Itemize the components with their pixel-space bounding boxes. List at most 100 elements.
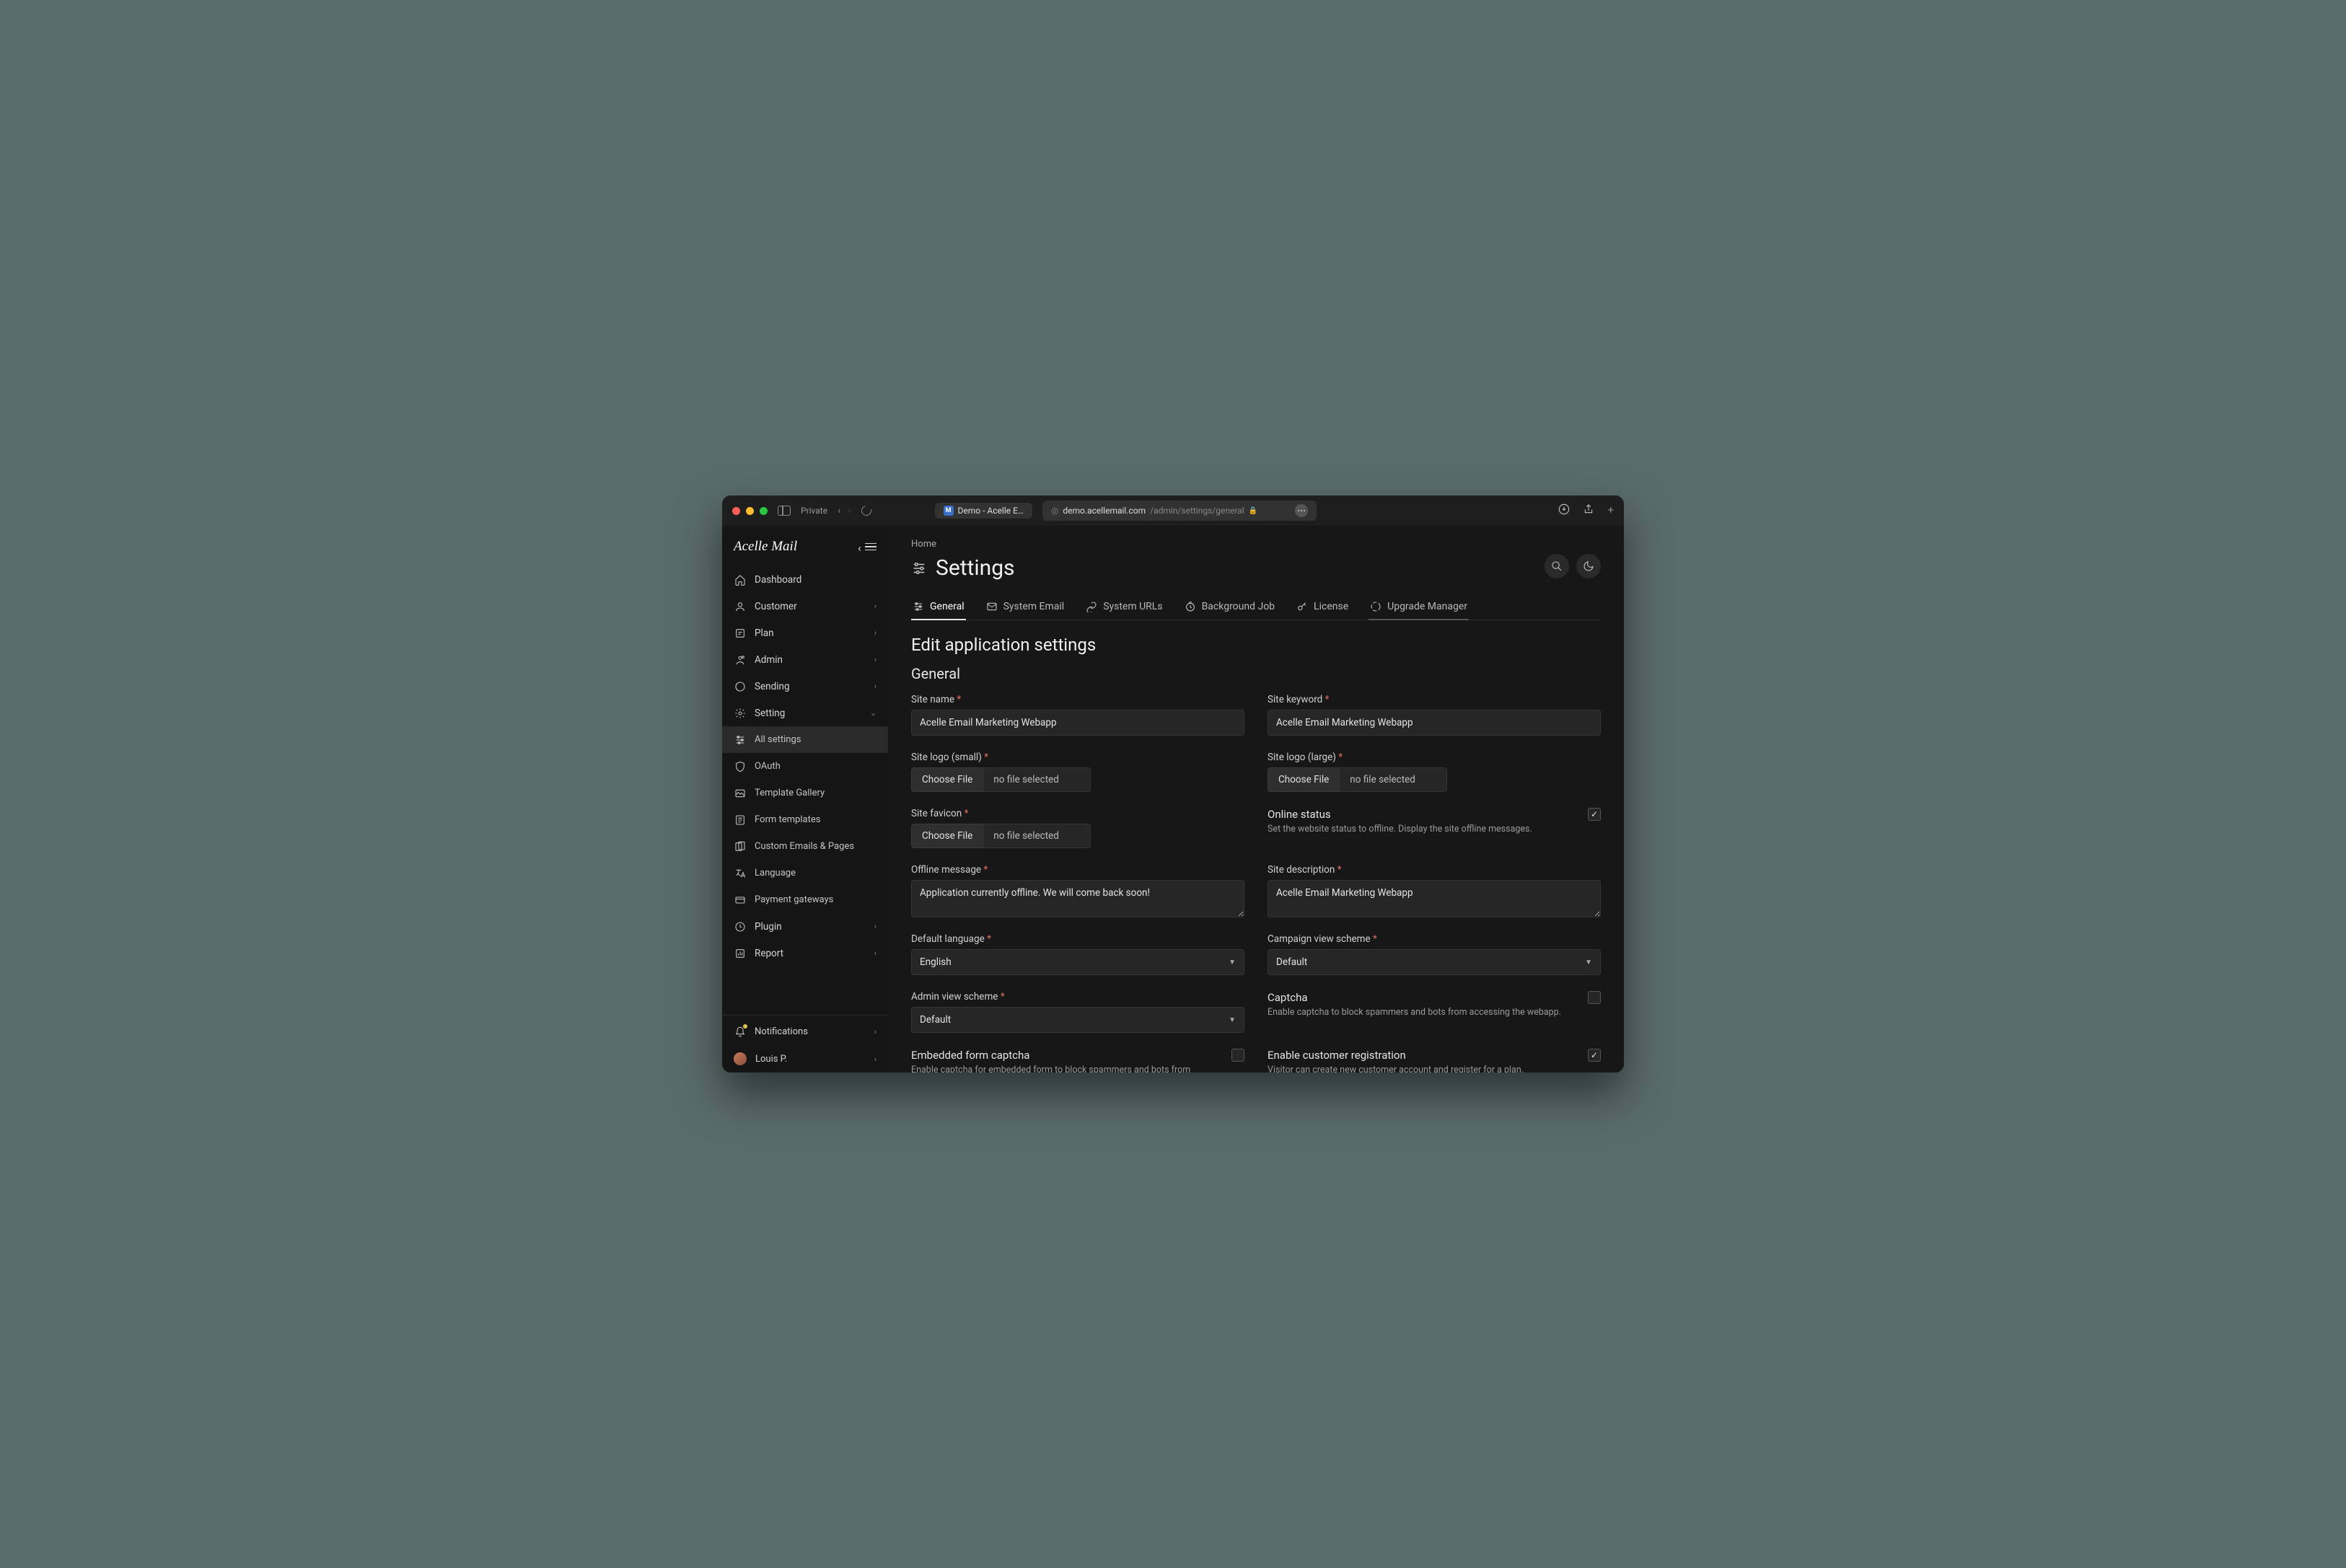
label-logo-small: Site logo (small) * xyxy=(911,752,1244,763)
sidebar-item-customer[interactable]: Customer › xyxy=(722,593,888,620)
select-admin-scheme[interactable]: Default ▼ xyxy=(911,1007,1244,1033)
tab-license[interactable]: License xyxy=(1295,594,1350,620)
select-campaign-scheme[interactable]: Default ▼ xyxy=(1268,949,1601,975)
browser-toolbar: Private ‹ › M Demo - Acelle E… ◎ demo.ac… xyxy=(722,495,1624,526)
admin-icon xyxy=(734,653,746,666)
chevron-icon: › xyxy=(874,1054,877,1064)
embedded-captcha-title: Embedded form captcha xyxy=(911,1049,1220,1062)
sidebar-item-template-gallery[interactable]: Template Gallery xyxy=(722,780,888,806)
online-status-title: Online status xyxy=(1268,808,1576,821)
downloads-icon[interactable] xyxy=(1558,503,1570,518)
sidebar-item-label: Language xyxy=(755,868,796,878)
maximize-window-button[interactable] xyxy=(760,507,768,515)
textarea-site-description[interactable]: Acelle Email Marketing Webapp xyxy=(1268,880,1601,917)
main-content: Home Settings xyxy=(888,526,1624,1073)
share-icon[interactable] xyxy=(1583,503,1594,518)
search-button[interactable] xyxy=(1545,554,1569,578)
gear-icon xyxy=(734,707,746,719)
sidebar-item-sending[interactable]: Sending› xyxy=(722,673,888,700)
chevron-icon: › xyxy=(874,628,877,638)
sidebar-item-setting[interactable]: Setting ⌄ xyxy=(722,700,888,726)
tab-system-email[interactable]: System Email xyxy=(985,594,1066,620)
field-offline-message: Offline message * Application currently … xyxy=(911,864,1244,917)
sidebar-item-report[interactable]: Report› xyxy=(722,940,888,966)
sidebar-item-custom-emails-pages[interactable]: Custom Emails & Pages xyxy=(722,833,888,860)
close-window-button[interactable] xyxy=(732,507,740,515)
sidebar-item-admin[interactable]: Admin› xyxy=(722,646,888,673)
select-campaign-scheme-value: Default xyxy=(1276,956,1307,968)
mail-icon xyxy=(986,601,998,612)
textarea-offline-message[interactable]: Application currently offline. We will c… xyxy=(911,880,1244,917)
sidebar-item-form-templates[interactable]: Form templates xyxy=(722,806,888,833)
sliders-icon xyxy=(734,734,746,746)
select-admin-scheme-value: Default xyxy=(920,1014,951,1026)
nav-arrows: ‹ › xyxy=(838,505,851,516)
file-status-logo-large: no file selected xyxy=(1339,767,1447,792)
sidebar-item-label: Template Gallery xyxy=(755,788,825,798)
sidebar-item-plugin[interactable]: Plugin› xyxy=(722,913,888,940)
sidebar-item-all-settings[interactable]: All settings xyxy=(722,726,888,753)
select-default-language[interactable]: English ▼ xyxy=(911,949,1244,975)
chevron-icon: › xyxy=(874,602,877,611)
enable-registration-checkbox[interactable] xyxy=(1588,1049,1601,1062)
breadcrumb[interactable]: Home xyxy=(911,539,1015,550)
chevron-icon: ⌄ xyxy=(870,708,877,718)
url-cert-icon: ◎ xyxy=(1051,506,1058,516)
tab-label: System Email xyxy=(1003,601,1065,612)
theme-toggle-button[interactable] xyxy=(1576,554,1601,578)
tab-upgrade-manager[interactable]: Upgrade Manager xyxy=(1368,594,1469,620)
sidebar-nav: DashboardCustomer›Plan›Admin›Sending›Set… xyxy=(722,563,888,1012)
online-status-checkbox[interactable] xyxy=(1588,808,1601,821)
sidebar-item-dashboard[interactable]: Dashboard xyxy=(722,566,888,593)
sidebar-item-payment-gateways[interactable]: Payment gateways xyxy=(722,886,888,913)
minimize-window-button[interactable] xyxy=(746,507,754,515)
choose-file-logo-large[interactable]: Choose File xyxy=(1268,767,1339,792)
url-bar[interactable]: ◎ demo.acellemail.com/admin/settings/gen… xyxy=(1042,501,1317,521)
tab-system-urls[interactable]: System URLs xyxy=(1084,594,1164,620)
tab-background-job[interactable]: Background Job xyxy=(1183,594,1276,620)
choose-file-favicon[interactable]: Choose File xyxy=(911,824,983,848)
file-status-favicon: no file selected xyxy=(983,824,1091,848)
field-logo-small: Site logo (small) * Choose File no file … xyxy=(911,752,1244,792)
app-container: Acelle Mail DashboardCustomer›Plan›Admin… xyxy=(722,526,1624,1073)
private-mode-label: Private xyxy=(801,506,827,516)
embedded-captcha-checkbox[interactable] xyxy=(1231,1049,1244,1062)
field-favicon: Site favicon * Choose File no file selec… xyxy=(911,808,1244,848)
sidebar-footer-louis-p-[interactable]: Louis P.› xyxy=(722,1045,888,1073)
settings-tabs: General System Email System URLs Background… xyxy=(911,594,1601,620)
captcha-checkbox[interactable] xyxy=(1588,991,1601,1004)
tab-general[interactable]: General xyxy=(911,594,966,620)
settings-icon xyxy=(911,560,927,576)
sidebar-item-label: Setting xyxy=(755,708,785,719)
choose-file-logo-small[interactable]: Choose File xyxy=(911,767,983,792)
tab-label: License xyxy=(1314,601,1348,612)
sidebar-toggle-icon[interactable] xyxy=(778,506,791,516)
sidebar-collapse-button[interactable] xyxy=(859,543,877,551)
sidebar-item-label: Customer xyxy=(755,601,797,612)
back-button[interactable]: ‹ xyxy=(838,505,840,516)
label-site-keyword: Site keyword * xyxy=(1268,694,1601,705)
sidebar-item-label: Notifications xyxy=(755,1026,808,1037)
reload-icon[interactable] xyxy=(859,503,873,517)
label-offline-message: Offline message * xyxy=(911,864,1244,876)
window-controls xyxy=(732,507,768,515)
sidebar-item-plan[interactable]: Plan › xyxy=(722,620,888,646)
new-tab-icon[interactable]: + xyxy=(1607,503,1614,518)
sidebar-item-language[interactable]: Language xyxy=(722,860,888,886)
input-site-keyword[interactable] xyxy=(1268,710,1601,736)
input-site-name[interactable] xyxy=(911,710,1244,736)
sidebar-item-label: Plan xyxy=(755,627,774,639)
browser-tab[interactable]: M Demo - Acelle E… xyxy=(935,503,1032,519)
url-host: demo.acellemail.com xyxy=(1063,506,1146,516)
card-icon xyxy=(734,894,746,906)
bell-icon xyxy=(734,1026,746,1038)
url-more-button[interactable] xyxy=(1295,504,1308,517)
sidebar-item-oauth[interactable]: OAuth xyxy=(722,753,888,780)
tab-label: Upgrade Manager xyxy=(1387,601,1467,612)
sidebar-footer-notifications[interactable]: Notifications› xyxy=(722,1018,888,1045)
gallery-icon xyxy=(734,787,746,799)
forward-button[interactable]: › xyxy=(848,505,851,516)
section-heading: General xyxy=(911,665,1601,682)
captcha-desc: Enable captcha to block spammers and bot… xyxy=(1268,1007,1576,1018)
favicon-icon: M xyxy=(944,506,954,516)
